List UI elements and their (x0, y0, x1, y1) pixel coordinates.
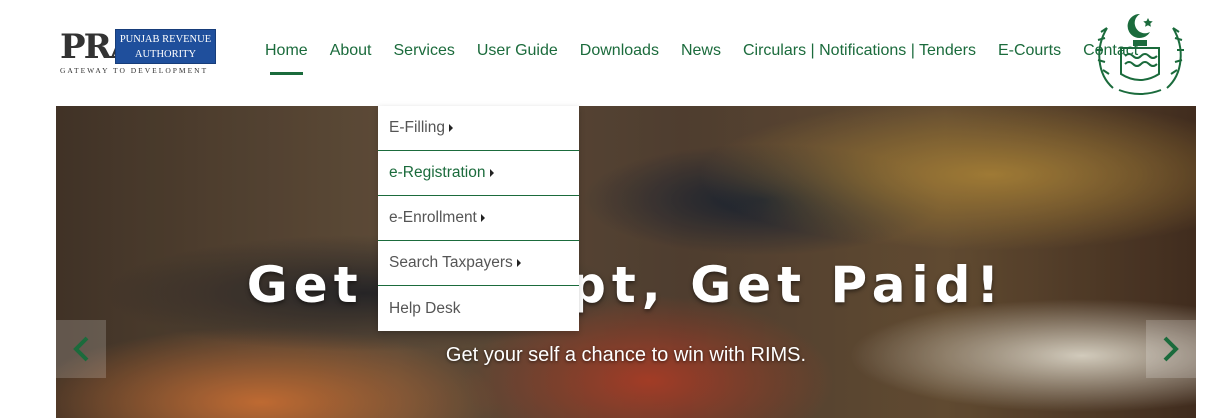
caret-right-icon (448, 124, 453, 132)
hero-slider: Get Receipt, Get Paid! Get your self a c… (56, 106, 1196, 418)
pra-logo[interactable]: PRA PUNJAB REVENUE AUTHORITY GATEWAY TO … (60, 28, 220, 78)
menu-item-help-desk[interactable]: Help Desk (378, 286, 579, 331)
nav-circulars[interactable]: Circulars | Notifications | Tenders (743, 40, 976, 62)
logo-tagline: GATEWAY TO DEVELOPMENT (60, 66, 209, 75)
menu-item-e-registration[interactable]: e-Registration (378, 151, 579, 196)
menu-item-e-filling[interactable]: E-Filling (378, 106, 579, 151)
hero-subtitle: Get your self a chance to win with RIMS. (445, 344, 807, 366)
menu-item-label: e-Registration (389, 164, 486, 181)
menu-item-label: E-Filling (389, 119, 445, 136)
caret-right-icon (516, 259, 521, 267)
menu-item-label: Search Taxpayers (389, 254, 513, 271)
menu-item-search-taxpayers[interactable]: Search Taxpayers (378, 241, 579, 286)
government-of-punjab-emblem-icon (1093, 8, 1187, 96)
nav-home[interactable]: Home (265, 40, 308, 75)
menu-item-label: Help Desk (389, 299, 461, 317)
nav-news[interactable]: News (681, 40, 721, 62)
nav-user-guide[interactable]: User Guide (477, 40, 558, 62)
site-header: PRA PUNJAB REVENUE AUTHORITY GATEWAY TO … (0, 0, 1231, 106)
slider-prev-button[interactable] (56, 320, 106, 378)
nav-services[interactable]: Services (394, 40, 455, 62)
hero-title: Get Receipt, Get Paid! (246, 256, 1006, 314)
chevron-left-icon (73, 336, 89, 362)
menu-item-label: e-Enrollment (389, 209, 477, 226)
nav-e-courts[interactable]: E-Courts (998, 40, 1061, 62)
logo-name-line1: PUNJAB REVENUE (119, 34, 212, 45)
caret-right-icon (489, 169, 494, 177)
caret-right-icon (480, 214, 485, 222)
slider-next-button[interactable] (1146, 320, 1196, 378)
logo-name-line2: AUTHORITY (134, 49, 197, 60)
chevron-right-icon (1163, 336, 1179, 362)
nav-about[interactable]: About (330, 40, 372, 62)
nav-downloads[interactable]: Downloads (580, 40, 659, 62)
main-nav: Home About Services User Guide Downloads… (254, 40, 1149, 75)
logo-name-box: PUNJAB REVENUE AUTHORITY (115, 29, 216, 64)
services-dropdown-menu: E-Filling e-Registration e-Enrollment Se… (378, 106, 579, 331)
menu-item-e-enrollment[interactable]: e-Enrollment (378, 196, 579, 241)
